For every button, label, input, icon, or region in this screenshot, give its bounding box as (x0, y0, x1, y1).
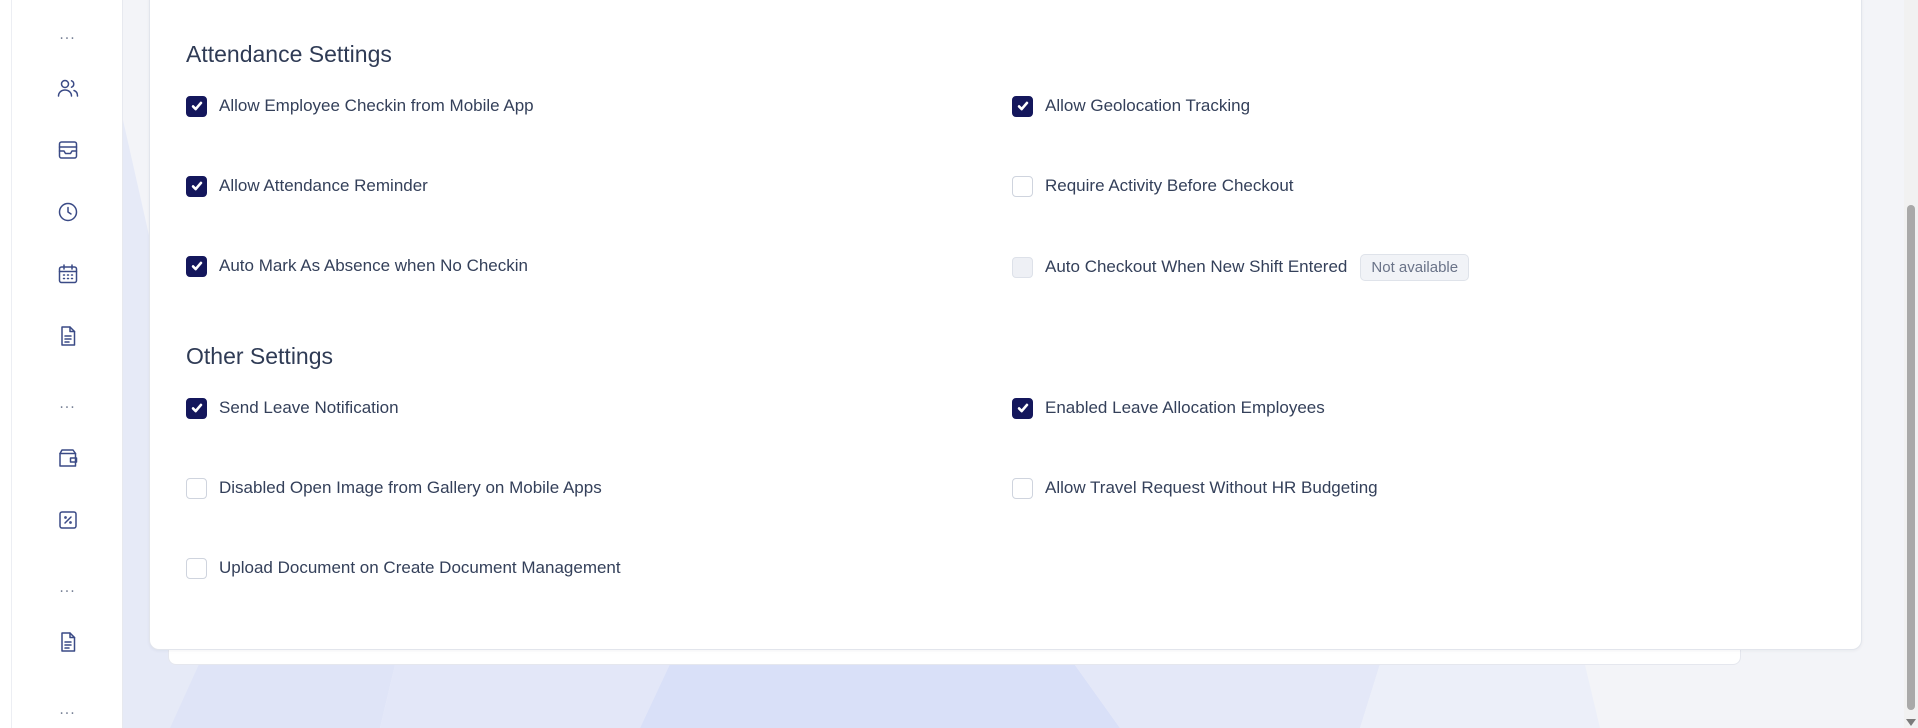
option-label: Require Activity Before Checkout (1045, 176, 1294, 195)
check-icon (191, 261, 202, 271)
vertical-scrollbar[interactable] (1904, 0, 1918, 728)
check-icon (191, 403, 202, 413)
clock-icon (58, 202, 77, 222)
option-allow-employee-checkin-mobile[interactable]: Allow Employee Checkin from Mobile App (186, 94, 534, 118)
sidebar-item-calendar[interactable] (12, 254, 123, 294)
checkbox-unchecked[interactable] (1012, 175, 1033, 197)
checkbox-unchecked[interactable] (1012, 477, 1033, 499)
option-label: Upload Document on Create Document Manag… (219, 558, 621, 577)
checkbox-disabled (1012, 256, 1033, 278)
checkbox-unchecked[interactable] (186, 477, 207, 499)
sidebar-item-reports[interactable] (12, 622, 123, 662)
sidebar-item-attendance[interactable] (12, 192, 123, 232)
checkbox-unchecked[interactable] (186, 557, 207, 579)
users-icon (57, 79, 78, 97)
option-label: Disabled Open Image from Gallery on Mobi… (219, 478, 602, 497)
option-label: Allow Employee Checkin from Mobile App (219, 96, 534, 115)
scroll-down-arrow-icon[interactable] (1906, 719, 1916, 726)
option-allow-attendance-reminder[interactable]: Allow Attendance Reminder (186, 174, 428, 198)
option-label: Auto Mark As Absence when No Checkin (219, 256, 528, 275)
sidebar-item-reimbursement[interactable] (12, 500, 123, 540)
document-icon (60, 326, 75, 346)
sidebar-more-2[interactable]: ... (12, 384, 123, 424)
check-icon (191, 101, 202, 111)
ellipsis-icon: ... (59, 580, 76, 596)
ellipsis-icon: ... (59, 27, 76, 43)
option-label: Allow Attendance Reminder (219, 176, 428, 195)
sidebar-item-employees[interactable] (12, 68, 123, 108)
inbox-icon (58, 141, 77, 159)
checkbox-checked[interactable] (1012, 95, 1033, 117)
attendance-settings-title: Attendance Settings (186, 41, 392, 67)
option-upload-document[interactable]: Upload Document on Create Document Manag… (186, 556, 621, 580)
sidebar-more-1[interactable]: ... (12, 15, 123, 55)
option-disabled-open-image-gallery[interactable]: Disabled Open Image from Gallery on Mobi… (186, 476, 602, 500)
option-auto-mark-absence[interactable]: Auto Mark As Absence when No Checkin (186, 254, 528, 278)
option-send-leave-notification[interactable]: Send Leave Notification (186, 396, 399, 420)
option-require-activity-before-checkout[interactable]: Require Activity Before Checkout (1012, 174, 1294, 198)
not-available-badge: Not available (1360, 253, 1470, 281)
document-icon (60, 632, 75, 652)
option-auto-checkout-new-shift: Auto Checkout When New Shift Entered Not… (1012, 253, 1470, 281)
sidebar-item-payroll[interactable] (12, 438, 123, 478)
checkbox-checked[interactable] (186, 255, 207, 277)
sidebar-more-3[interactable]: ... (12, 568, 123, 608)
option-allow-geolocation-tracking[interactable]: Allow Geolocation Tracking (1012, 94, 1250, 118)
option-label: Allow Travel Request Without HR Budgetin… (1045, 478, 1378, 497)
check-icon (1017, 101, 1028, 111)
percent-tag-icon (58, 511, 77, 529)
check-icon (191, 181, 202, 191)
option-label: Send Leave Notification (219, 398, 399, 417)
option-label: Enabled Leave Allocation Employees (1045, 398, 1325, 417)
ellipsis-icon: ... (59, 396, 76, 412)
sidebar-item-documents[interactable] (12, 316, 123, 356)
sidebar-more-4[interactable]: ... (12, 690, 123, 728)
scrollbar-thumb[interactable] (1907, 205, 1915, 710)
check-icon (1017, 403, 1028, 413)
calendar-icon (58, 264, 77, 284)
option-enabled-leave-allocation[interactable]: Enabled Leave Allocation Employees (1012, 396, 1325, 420)
checkbox-checked[interactable] (186, 175, 207, 197)
option-label: Allow Geolocation Tracking (1045, 96, 1251, 115)
checkbox-checked[interactable] (186, 397, 207, 419)
settings-card: Attendance Settings Allow Employee Check… (149, 0, 1862, 650)
sidebar: ... ... ... ... (12, 0, 123, 728)
other-settings-title: Other Settings (186, 343, 334, 369)
checkbox-checked[interactable] (186, 95, 207, 117)
window-edge (0, 0, 12, 728)
ellipsis-icon: ... (59, 702, 76, 718)
option-allow-travel-request[interactable]: Allow Travel Request Without HR Budgetin… (1012, 476, 1378, 500)
wallet-icon (58, 449, 77, 467)
checkbox-checked[interactable] (1012, 397, 1033, 419)
sidebar-item-inbox[interactable] (12, 130, 123, 170)
option-label: Auto Checkout When New Shift Entered (1045, 257, 1348, 276)
